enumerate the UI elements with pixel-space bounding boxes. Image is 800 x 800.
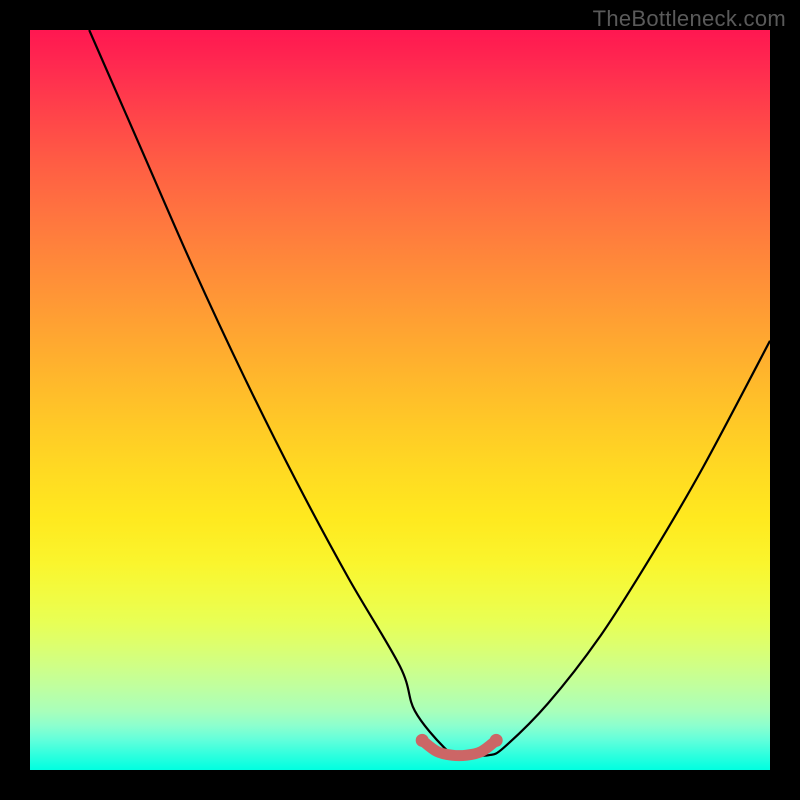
main-curve <box>89 30 770 756</box>
flat-segment-dot-left <box>416 734 429 747</box>
flat-segment <box>422 740 496 755</box>
chart-svg <box>30 30 770 770</box>
watermark-text: TheBottleneck.com <box>593 6 786 32</box>
plot-area <box>30 30 770 770</box>
flat-segment-dot-right <box>490 734 503 747</box>
